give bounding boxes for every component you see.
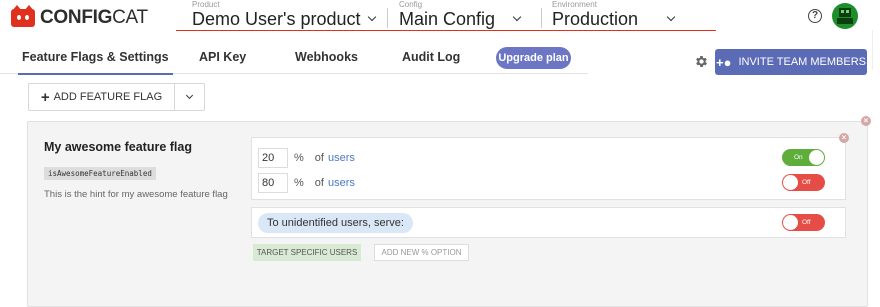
add-feature-flag-label: ADD FEATURE FLAG (53, 91, 163, 103)
users-link[interactable]: users (328, 152, 355, 164)
close-icon[interactable]: × (839, 133, 849, 143)
default-serve-box: To unidentified users, serve: Off (251, 207, 846, 238)
rule-toggle-off[interactable]: Off (782, 174, 825, 191)
serve-label: To unidentified users, serve: (258, 213, 413, 233)
toggle-knob (783, 215, 798, 230)
config-selector[interactable]: Config Main Config (399, 0, 522, 31)
percentage-rule-row: % of users (258, 148, 355, 168)
upgrade-plan-button[interactable]: Upgrade plan (496, 47, 571, 69)
percentage-input[interactable] (258, 148, 288, 168)
toggle-label: Off (802, 219, 811, 226)
chevron-down-icon (367, 12, 376, 22)
users-link[interactable]: users (328, 177, 355, 189)
chevron-down-icon (666, 12, 676, 22)
add-new-percent-option-button[interactable]: ADD NEW % OPTION (374, 244, 469, 261)
cat-eye-left (17, 15, 21, 20)
chevron-down-icon (185, 91, 194, 100)
avatar-pixel (841, 10, 844, 13)
cat-eye-right (25, 15, 29, 20)
invite-label: INVITE TEAM MEMBERS (738, 56, 866, 68)
percentage-input[interactable] (258, 173, 288, 193)
cat-logo-icon (11, 5, 35, 27)
top-bar: CONFIGCAT Product Demo User's product Co… (0, 0, 880, 32)
flag-hint: This is the hint for my awesome feature … (44, 189, 228, 200)
flag-name: My awesome feature flag (44, 140, 192, 154)
tab-audit-log[interactable]: Audit Log (402, 50, 460, 64)
rule-toggle-on[interactable]: On (782, 149, 825, 166)
config-caption: Config (399, 0, 423, 9)
of-text: of (314, 152, 324, 164)
configcat-logo[interactable]: CONFIGCAT (11, 5, 148, 29)
environment-selector[interactable]: Environment Production (552, 0, 676, 31)
add-feature-flag-dropdown[interactable] (175, 84, 204, 110)
toggle-label: Off (802, 179, 811, 186)
environment-caption: Environment (552, 0, 597, 9)
flag-key: isAwesomeFeatureEnabled (44, 167, 156, 180)
product-name: Demo User's product (192, 9, 361, 29)
percent-sign: % (294, 177, 304, 189)
tab-api-key[interactable]: API Key (199, 50, 246, 64)
divider (387, 8, 388, 28)
logo-text: CONFIGCAT (40, 7, 148, 29)
toggle-knob (783, 175, 798, 190)
config-name: Main Config (399, 9, 496, 29)
toggle-label: On (794, 154, 803, 161)
selector-underline (176, 30, 716, 31)
logo-text-light: CAT (112, 7, 148, 28)
edge-strip (872, 30, 880, 70)
help-icon[interactable]: ? (808, 9, 822, 23)
serve-toggle-off[interactable]: Off (782, 214, 825, 231)
close-icon[interactable]: × (861, 116, 871, 126)
product-caption: Product (192, 0, 220, 9)
environment-name: Production (552, 9, 639, 29)
avatar-pixel (837, 18, 853, 24)
invite-team-members-button[interactable]: +● INVITE TEAM MEMBERS (715, 49, 867, 75)
percent-sign: % (294, 152, 304, 164)
percentage-rule-row: % of users (258, 173, 355, 193)
divider (541, 8, 542, 28)
tab-feature-flags[interactable]: Feature Flags & Settings (18, 50, 173, 75)
gear-icon[interactable] (694, 54, 709, 69)
chevron-down-icon (512, 12, 522, 22)
plus-icon: + (40, 88, 50, 106)
toggle-knob (809, 150, 824, 165)
add-feature-flag-group: + ADD FEATURE FLAG (28, 83, 205, 111)
logo-text-bold: CONFIG (40, 7, 113, 28)
avatar[interactable] (832, 3, 858, 29)
add-user-icon: +● (716, 54, 732, 70)
percentage-rules-box: % of users On % of users Off (251, 137, 846, 200)
tab-webhooks[interactable]: Webhooks (295, 50, 358, 64)
add-feature-flag-button[interactable]: + ADD FEATURE FLAG (29, 84, 175, 110)
avatar-pixel (846, 10, 849, 13)
of-text: of (314, 177, 324, 189)
target-specific-users-button[interactable]: TARGET SPECIFIC USERS (253, 244, 361, 261)
product-selector[interactable]: Product Demo User's product (192, 0, 376, 31)
